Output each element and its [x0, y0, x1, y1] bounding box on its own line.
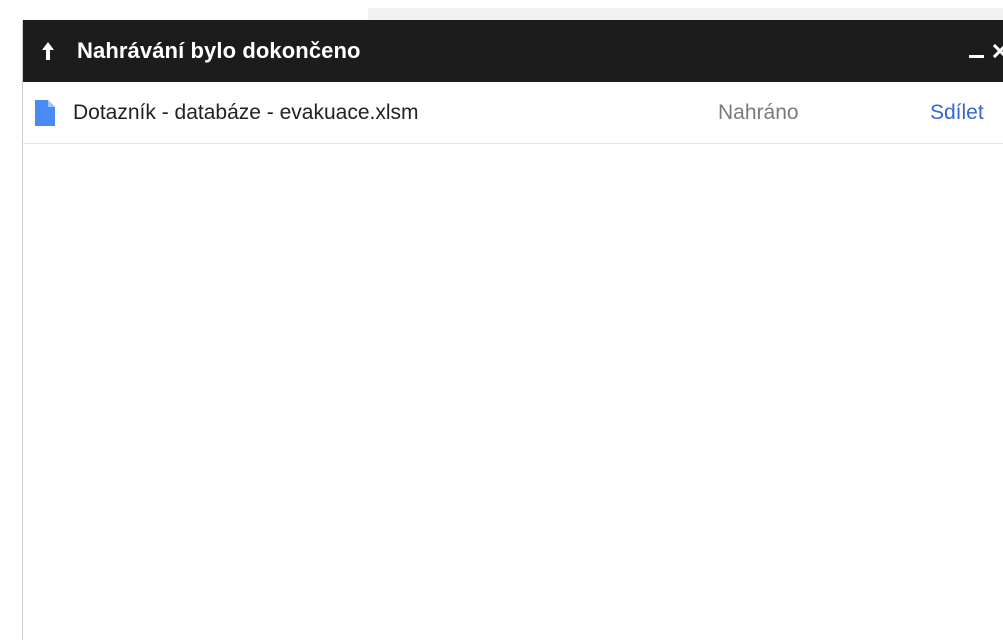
- file-name[interactable]: Dotazník - databáze - evakuace.xlsm: [73, 101, 693, 125]
- upload-dialog: Nahrávání bylo dokončeno Dotazník - data…: [22, 20, 1003, 640]
- upload-status: Nahráno: [718, 100, 799, 124]
- share-link[interactable]: Sdílet: [930, 101, 984, 125]
- dialog-header: Nahrávání bylo dokončeno: [23, 20, 1003, 82]
- document-icon: [35, 99, 55, 126]
- minimize-icon[interactable]: [966, 41, 986, 61]
- dialog-title: Nahrávání bylo dokončeno: [77, 38, 361, 63]
- header-controls: [966, 20, 1003, 82]
- close-icon[interactable]: [988, 39, 1003, 63]
- background-strip: [368, 0, 1003, 20]
- upload-arrow-icon: [33, 41, 63, 61]
- upload-list-item: Dotazník - databáze - evakuace.xlsm Nahr…: [23, 82, 1003, 144]
